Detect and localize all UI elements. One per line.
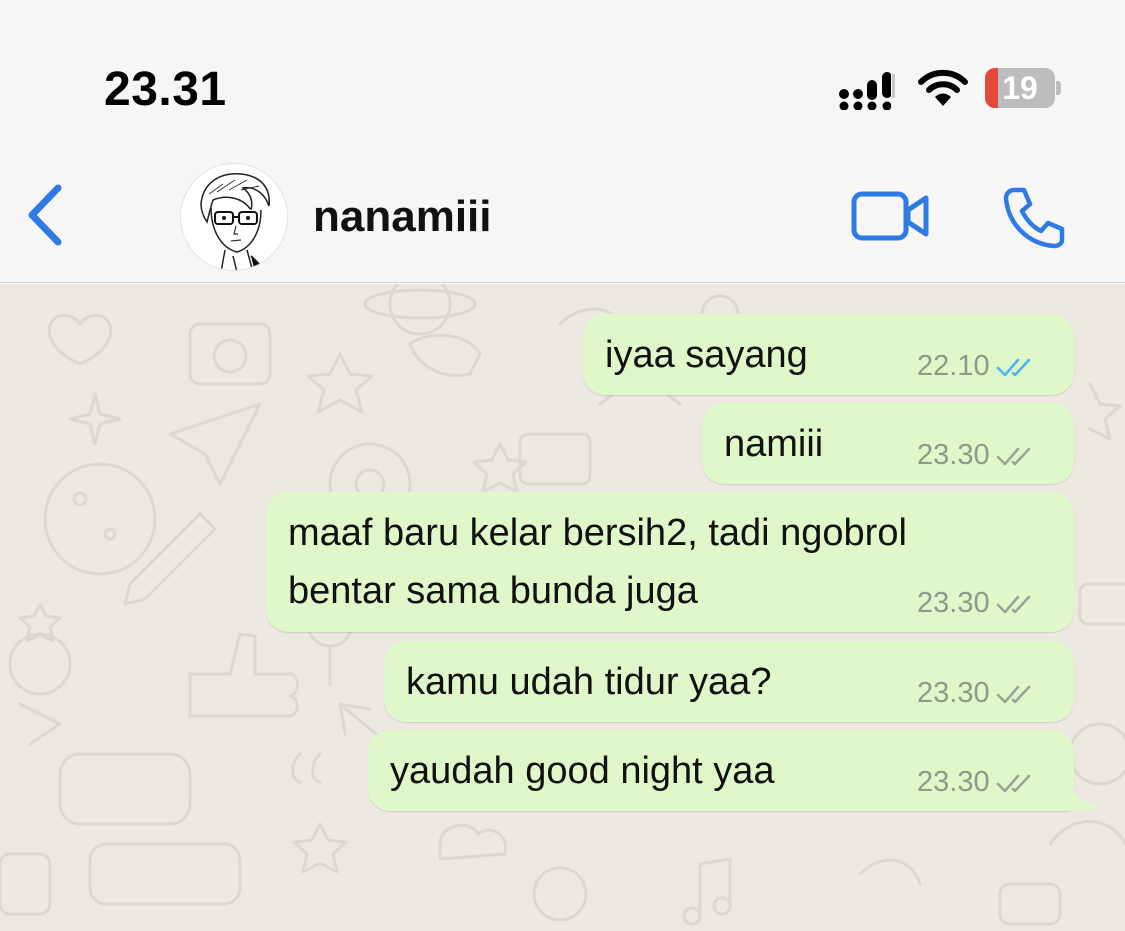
signal-icon	[839, 72, 897, 110]
status-bar: 23.31 19	[0, 0, 1125, 140]
message-text: iyaa sayang	[605, 334, 808, 376]
status-time: 23.31	[104, 63, 227, 116]
message-text: yaudah good night yaa	[390, 750, 775, 792]
message-meta: 23.30	[917, 766, 1036, 799]
battery-nub	[1056, 81, 1061, 95]
message-bubble[interactable]: namiii 23.30	[702, 403, 1074, 484]
delivered-receipt-icon	[996, 686, 1030, 704]
chat-area[interactable]: iyaa sayang 22.10 namiii 23.30 maaf baru…	[0, 284, 1125, 931]
battery-body: 19	[985, 68, 1055, 108]
wifi-icon	[918, 69, 968, 106]
battery-icon: 19	[985, 68, 1061, 108]
video-camera-icon[interactable]	[850, 188, 932, 244]
chat-header: nanamiii	[0, 140, 1125, 283]
message-text: kamu udah tidur yaa?	[406, 661, 772, 703]
message-text: namiii	[724, 423, 824, 465]
message-time: 23.30	[917, 439, 990, 471]
message-bubble[interactable]: iyaa sayang 22.10	[583, 314, 1074, 395]
message-meta: 22.10	[917, 350, 1036, 383]
message-text-line-1: maaf baru kelar bersih2, tadi ngobrol	[288, 512, 907, 554]
message-bubble[interactable]: yaudah good night yaa 23.30	[368, 730, 1074, 811]
message-bubble[interactable]: maaf baru kelar bersih2, tadi ngobrol be…	[266, 492, 1074, 632]
delivered-receipt-icon	[996, 448, 1030, 466]
delivered-receipt-icon	[996, 775, 1030, 793]
read-receipt-icon	[996, 359, 1030, 377]
message-time: 23.30	[917, 587, 990, 619]
message-time: 23.30	[917, 766, 990, 798]
message-meta: 23.30	[917, 439, 1036, 472]
message-meta: 23.30	[917, 677, 1036, 710]
delivered-receipt-icon	[996, 596, 1030, 614]
message-time: 23.30	[917, 677, 990, 709]
message-bubble[interactable]: kamu udah tidur yaa? 23.30	[384, 641, 1074, 722]
message-time: 22.10	[917, 350, 990, 382]
bubble-tail	[1064, 771, 1102, 811]
avatar-sketch	[181, 164, 287, 270]
chevron-left-icon[interactable]	[20, 180, 70, 250]
avatar[interactable]	[180, 163, 288, 271]
message-text-line-2: bentar sama bunda juga	[288, 570, 698, 612]
battery-percent: 19	[1002, 70, 1038, 106]
message-meta: 23.30	[917, 587, 1036, 620]
contact-name[interactable]: nanamiii	[313, 192, 492, 242]
phone-icon[interactable]	[1000, 184, 1068, 250]
